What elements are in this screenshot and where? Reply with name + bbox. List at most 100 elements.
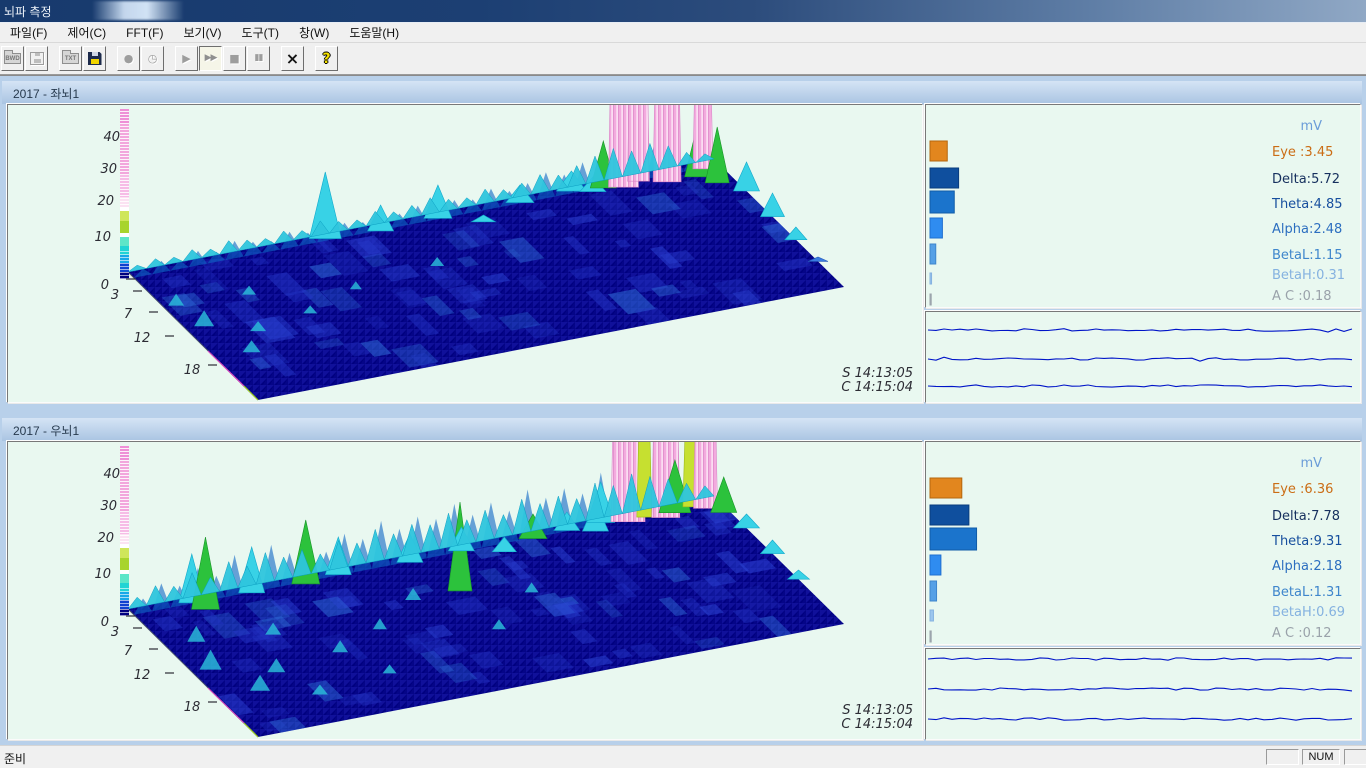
band-bar-betal <box>930 581 937 601</box>
help-button[interactable]: ? <box>315 46 338 71</box>
raw-signal-chart <box>925 311 1361 403</box>
band-power-canvas: mV Eye :3.45 Delta:5.72 Theta:4.85 Alpha:2.4… <box>926 105 1360 307</box>
start-time-label: S 14:13:05 <box>842 366 913 381</box>
svg-text:40: 40 <box>103 130 120 145</box>
band-power-canvas: mVEye :6.36Delta:7.78Theta:9.31Alpha:2.1… <box>926 442 1360 644</box>
svg-text:3: 3 <box>111 288 119 303</box>
band-bar-eye <box>930 141 947 161</box>
menu-item-control[interactable]: 제어(C) <box>57 23 116 42</box>
record-button[interactable]: ● <box>117 46 140 71</box>
title-bar: 뇌파 측정 <box>0 0 1366 23</box>
save-txt-button[interactable] <box>83 46 106 71</box>
svg-text:30: 30 <box>100 499 117 514</box>
stop-button[interactable]: ■ <box>223 46 246 71</box>
save-bwd-button[interactable] <box>25 46 48 71</box>
menu-item-file[interactable]: 파일(F) <box>0 23 57 42</box>
spectrum-3d-canvas: 403020100371218S 14:13:05C 14:15:04 <box>8 105 922 402</box>
open-txt-button[interactable]: TXT <box>59 46 82 71</box>
menu-item-window[interactable]: 창(W) <box>289 23 339 42</box>
band-bar-alpha <box>930 555 941 575</box>
svg-text:3: 3 <box>111 625 119 640</box>
raw-signal-canvas <box>926 649 1360 739</box>
menu-item-tools[interactable]: 도구(T) <box>232 23 289 42</box>
band-value-eye: Eye :3.45 <box>1272 145 1333 160</box>
menu-item-view[interactable]: 보기(V) <box>173 23 231 42</box>
timer-button[interactable]: ◷ <box>141 46 164 71</box>
svg-text:0: 0 <box>101 278 109 293</box>
current-time-label: C 14:15:04 <box>841 717 913 732</box>
band-bar-theta <box>930 528 977 550</box>
floppy-gray-icon <box>30 52 44 65</box>
band-value-betal: BetaL:1.15 <box>1272 248 1343 263</box>
toolbar: BWDTXT●◷▶▶▶■▮▮×? <box>0 43 1366 75</box>
client-area: 2017 - 좌뇌1 403020100371218S 14:13:05C 14… <box>0 75 1366 745</box>
panel-header: 2017 - 우뇌1 <box>2 418 1362 441</box>
svg-text:20: 20 <box>97 531 114 546</box>
band-power-chart: mVEye :6.36Delta:7.78Theta:9.31Alpha:2.1… <box>925 441 1361 645</box>
band-bar-alpha <box>930 218 942 238</box>
band-value-alpha: Alpha:2.48 <box>1272 222 1342 237</box>
pause-icon: ▮▮ <box>255 54 263 63</box>
svg-text:40: 40 <box>103 467 120 482</box>
floppy-color-icon <box>88 52 102 65</box>
svg-text:0: 0 <box>101 615 109 630</box>
menu-item-help[interactable]: 도움말(H) <box>339 23 409 42</box>
svg-text:12: 12 <box>134 331 151 346</box>
measurement-panel-left-brain: 2017 - 좌뇌1 403020100371218S 14:13:05C 14… <box>2 81 1362 409</box>
close-button[interactable]: × <box>281 46 304 71</box>
window-title: 뇌파 측정 <box>4 3 52 20</box>
status-indicator-scrl <box>1344 749 1366 765</box>
raw-signal-chart <box>925 648 1361 740</box>
play-button[interactable]: ▶ <box>175 46 198 71</box>
stopwatch-icon: ◷ <box>148 53 158 64</box>
unit-label: mV <box>1300 119 1322 134</box>
panel-title: 2017 - 좌뇌1 <box>13 85 79 102</box>
band-value-eye: Eye :6.36 <box>1272 482 1333 497</box>
folder-bwd-icon: BWD <box>4 53 21 64</box>
folder-txt-icon: TXT <box>62 53 79 64</box>
close-icon: × <box>286 51 299 67</box>
band-value-alpha: Alpha:2.18 <box>1272 559 1342 574</box>
raw-signal-canvas <box>926 312 1360 402</box>
svg-text:30: 30 <box>100 162 117 177</box>
play-icon: ▶ <box>182 53 190 64</box>
menu-item-fft[interactable]: FFT(F) <box>116 25 173 41</box>
svg-text:7: 7 <box>124 307 133 322</box>
help-icon: ? <box>322 52 330 66</box>
band-bar-betah <box>930 610 933 621</box>
panel-header: 2017 - 좌뇌1 <box>2 81 1362 104</box>
svg-text:7: 7 <box>124 644 133 659</box>
svg-text:10: 10 <box>94 567 111 582</box>
band-value-delta: Delta:7.78 <box>1272 509 1340 524</box>
app-window: 뇌파 측정 파일(F)제어(C)FFT(F)보기(V)도구(T)창(W)도움말(… <box>0 0 1366 768</box>
band-value-ac: A C :0.12 <box>1272 626 1332 641</box>
menu-bar: 파일(F)제어(C)FFT(F)보기(V)도구(T)창(W)도움말(H) <box>0 23 1366 43</box>
band-power-chart: mV Eye :3.45 Delta:5.72 Theta:4.85 Alpha:2.4… <box>925 104 1361 308</box>
band-value-delta: Delta:5.72 <box>1272 172 1340 187</box>
ffwd-button[interactable]: ▶▶ <box>199 46 222 71</box>
band-bar-delta <box>930 168 959 188</box>
record-icon: ● <box>124 53 134 64</box>
start-time-label: S 14:13:05 <box>842 703 913 718</box>
band-bar-betah <box>930 273 932 284</box>
svg-text:18: 18 <box>184 700 201 715</box>
spectrum-3d-canvas: 403020100371218S 14:13:05C 14:15:04 <box>8 442 922 739</box>
measurement-panel-right-brain: 2017 - 우뇌1 403020100371218S 14:13:05C 14… <box>2 418 1362 746</box>
band-value-theta: Theta:9.31 <box>1271 534 1343 549</box>
band-value-betah: BetaH:0.31 <box>1272 268 1345 283</box>
pause-button[interactable]: ▮▮ <box>247 46 270 71</box>
band-value-theta: Theta:4.85 <box>1271 197 1343 212</box>
spectrum-3d-plot: 403020100371218S 14:13:05C 14:15:04 <box>7 441 923 740</box>
band-bar-ac <box>930 294 931 305</box>
band-bar-ac <box>930 631 931 642</box>
band-value-ac: A C :0.18 <box>1272 289 1332 304</box>
open-bwd-button[interactable]: BWD <box>1 46 24 71</box>
spectrum-3d-plot: 403020100371218S 14:13:05C 14:15:04 <box>7 104 923 403</box>
band-bar-betal <box>930 244 936 264</box>
stop-icon: ■ <box>229 53 239 64</box>
status-indicator-num: NUM <box>1302 749 1340 765</box>
svg-text:20: 20 <box>97 194 114 209</box>
band-bar-eye <box>930 478 962 498</box>
fast-forward-icon: ▶▶ <box>205 54 217 63</box>
svg-text:18: 18 <box>184 363 201 378</box>
